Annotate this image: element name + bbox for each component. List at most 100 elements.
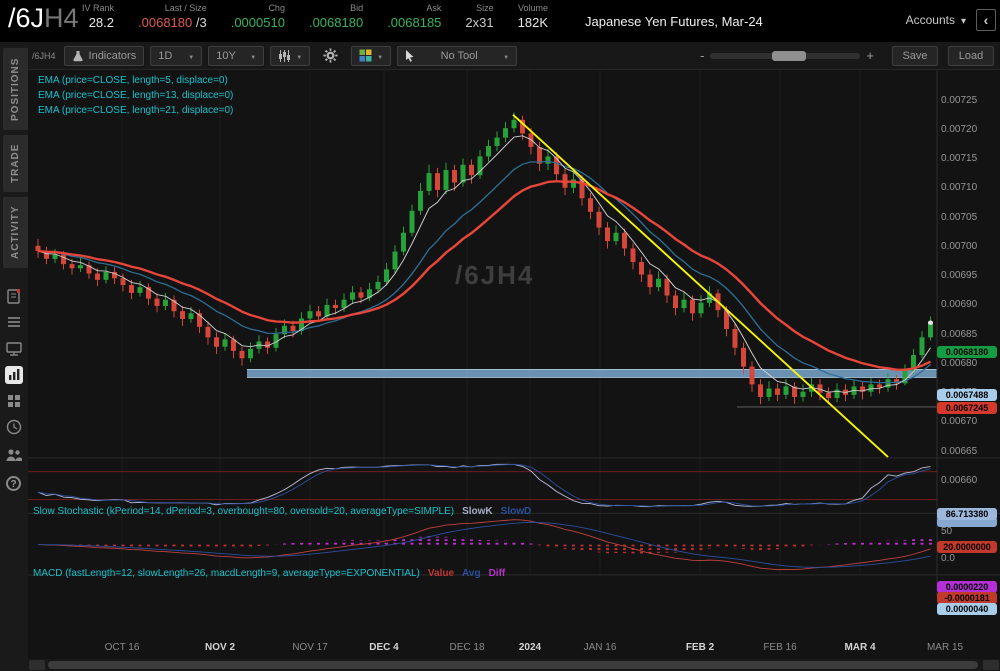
flask-icon: [72, 50, 84, 62]
help-icon[interactable]: [6, 476, 21, 491]
list-icon[interactable]: [5, 314, 23, 332]
price-axis-label: 0.00690: [941, 299, 977, 310]
x-axis-label: OCT 16: [105, 642, 140, 653]
price-axis-label: 0.00715: [941, 153, 977, 164]
x-axis-label: JAN 16: [584, 642, 617, 653]
chevron-down-icon: [250, 50, 256, 62]
metric-value: 182K: [518, 15, 548, 30]
left-sidebar: POSITIONS TRADE ACTIVITY: [0, 42, 28, 671]
price-axis-label: 0.00670: [941, 416, 977, 427]
metric-label: Volume: [518, 3, 548, 13]
journal-icon[interactable]: [5, 288, 23, 306]
ema5-study-label: EMA (price=CLOSE, length=5, displace=0): [38, 75, 228, 86]
metric-label: Last / Size: [165, 3, 207, 13]
x-axis-label: MAR 15: [927, 642, 963, 653]
symbol-title: /6JH4: [8, 3, 79, 34]
chart-area: /6JH4 EMA (price=CLOSE, length=5, displa…: [28, 70, 1000, 659]
axis-price-bubble: 20.0000000: [937, 541, 997, 553]
legend-diff: Diff: [489, 568, 506, 579]
stochastic-study-label: Slow Stochastic (kPeriod=14, dPeriod=3, …: [33, 506, 531, 517]
symbol-root: /6J: [8, 3, 44, 33]
metric-label: IV Rank: [82, 3, 114, 13]
top-header: /6JH4 IV Rank28.2Last / Size.0068180 /3C…: [0, 0, 1000, 42]
x-axis-label: 2024: [519, 642, 541, 653]
price-axis-label: 0.00680: [941, 358, 977, 369]
metric-value: .0068185: [387, 15, 441, 30]
x-axis-label: DEC 18: [449, 642, 484, 653]
metric-label: Size: [476, 3, 494, 13]
flexible-grid-icon: [359, 49, 372, 62]
instrument-description: Japanese Yen Futures, Mar-24: [585, 14, 763, 29]
chevron-down-icon: [503, 50, 509, 62]
cursor-icon: [405, 50, 415, 62]
metric-label: Bid: [350, 3, 363, 13]
legend-avg: Avg: [462, 568, 481, 579]
stoch-axis-label: 0.0: [941, 553, 955, 564]
zoom-out-button[interactable]: -: [700, 48, 704, 63]
range-dropdown[interactable]: 10Y: [208, 46, 264, 66]
metric-value: 28.2: [89, 15, 114, 30]
x-axis-label: DEC 4: [369, 642, 398, 653]
grid-icon[interactable]: [5, 392, 23, 410]
stochastic-label-text: Slow Stochastic (kPeriod=14, dPeriod=3, …: [33, 506, 454, 517]
chart-toolbar: /6JH4 Indicators 1D 10Y: [28, 42, 1000, 70]
sidebar-tab-trade[interactable]: TRADE: [3, 135, 28, 192]
indicators-button[interactable]: Indicators: [64, 46, 145, 66]
price-axis-label: 0.00660: [941, 475, 977, 486]
zoom-slider-handle[interactable]: [772, 51, 806, 61]
header-metric: IV Rank 28.2: [82, 3, 114, 30]
sidebar-tab-positions[interactable]: POSITIONS: [3, 48, 28, 130]
grid-layout-dropdown[interactable]: [351, 46, 391, 66]
save-button[interactable]: Save: [892, 46, 938, 66]
zoom-in-button[interactable]: +: [866, 48, 874, 63]
metric-label: Chg: [268, 3, 285, 13]
load-button[interactable]: Load: [948, 46, 994, 66]
collapse-panel-button[interactable]: [976, 9, 996, 31]
people-icon[interactable]: [5, 446, 23, 464]
toolbar-symbol-label: /6JH4: [32, 51, 56, 61]
gear-icon: [323, 48, 338, 63]
quote-metrics: IV Rank28.2Last / Size.0068180 /3Chg.000…: [82, 3, 548, 30]
aggregation-value: 1D: [158, 50, 172, 62]
axis-price-bubble: 0.0067245: [937, 402, 997, 414]
sidebar-tab-activity[interactable]: ACTIVITY: [3, 197, 28, 268]
axis-price-bubble: 0.0068180: [937, 346, 997, 358]
chart-watermark: /6JH4: [455, 260, 534, 291]
chevron-down-icon: [188, 50, 194, 62]
price-axis-label: 0.00705: [941, 212, 977, 223]
accounts-dropdown[interactable]: Accounts: [906, 13, 966, 27]
aggregation-dropdown[interactable]: 1D: [150, 46, 202, 66]
metric-value: .0068180: [309, 15, 363, 30]
price-axis-label: 0.00695: [941, 270, 977, 281]
scrollbar-left-cap[interactable]: [29, 660, 45, 670]
drawing-tool-dropdown[interactable]: No Tool: [397, 46, 517, 66]
macd-study-label: MACD (fastLength=12, slowLength=26, macd…: [33, 568, 505, 579]
x-axis-label: MAR 4: [844, 642, 875, 653]
tool-label: No Tool: [441, 50, 478, 62]
chart-icon[interactable]: [5, 366, 23, 384]
scrollbar-right-cap[interactable]: [983, 660, 999, 670]
price-axis-label: 0.00685: [941, 329, 977, 340]
settings-button[interactable]: [316, 46, 345, 66]
monitor-icon[interactable]: [5, 340, 23, 358]
x-axis-label: NOV 17: [292, 642, 328, 653]
zoom-slider[interactable]: [710, 53, 860, 59]
metric-value: 2x31: [465, 15, 493, 30]
legend-slowd: SlowD: [501, 506, 532, 517]
x-axis-label: FEB 16: [763, 642, 796, 653]
metric-label: Ask: [426, 3, 441, 13]
price-axis-label: 0.00665: [941, 446, 977, 457]
clock-icon[interactable]: [5, 418, 23, 436]
candlestick-type-icon: [278, 50, 291, 62]
price-axis-label: 0.00720: [941, 124, 977, 135]
horizontal-scrollbar[interactable]: [28, 659, 1000, 671]
header-metric: Bid .0068180: [309, 3, 363, 30]
axis-price-bubble: 0.0067488: [937, 389, 997, 401]
x-axis-label: NOV 2: [205, 642, 235, 653]
price-axis-label: 0.00725: [941, 95, 977, 106]
price-axis-label: 0.00700: [941, 241, 977, 252]
scrollbar-thumb[interactable]: [48, 661, 978, 669]
axis-price-bubble: 0.0000040: [937, 603, 997, 615]
chart-type-dropdown[interactable]: [270, 46, 310, 66]
header-metric: Volume 182K: [518, 3, 548, 30]
